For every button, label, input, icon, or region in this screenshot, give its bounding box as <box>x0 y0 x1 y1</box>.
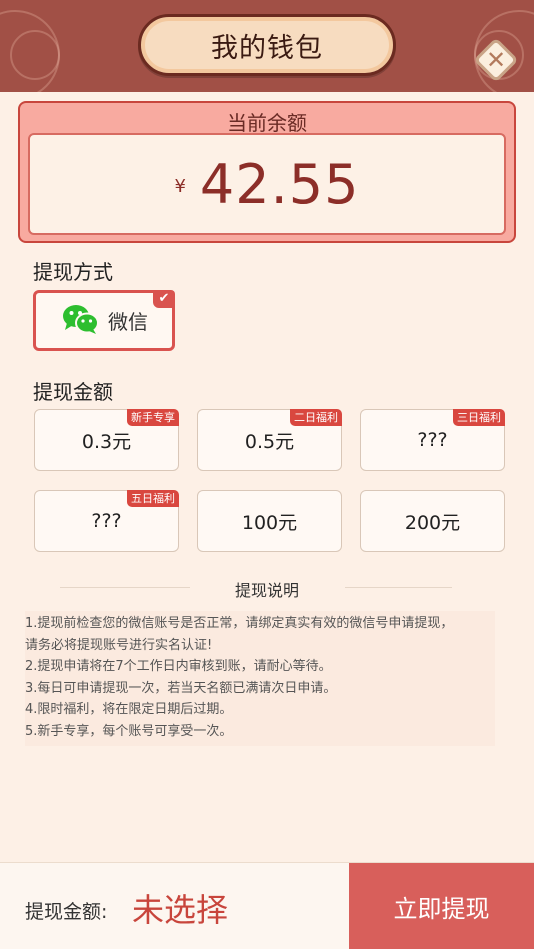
amount-option-value: 0.3元 <box>81 430 132 453</box>
withdraw-amount-title: 提现金额 <box>33 380 113 404</box>
amount-option-tag: 二日福利 <box>290 409 342 426</box>
notes-line: 请务必将提现账号进行实名认证! <box>25 637 213 653</box>
withdraw-button[interactable]: 立即提现 <box>349 863 534 949</box>
balance-panel: 当前余额 ¥ 42.55 <box>18 101 516 243</box>
amount-option[interactable]: 0.5元 二日福利 <box>197 409 342 471</box>
header-bar: 我的钱包 ✕ <box>0 0 534 92</box>
notes-title: 提现说明 <box>234 581 299 600</box>
footer-bar: 提现金额: 未选择 立即提现 <box>0 862 534 949</box>
wechat-icon <box>62 303 100 339</box>
wechat-option[interactable]: 微信 ✔ <box>33 290 175 351</box>
notes-line: 4.限时福利，将在限定日期后过期。 <box>25 702 233 717</box>
notes-line: 3.每日可申请提现一次，若当天名额已满请次日申请。 <box>25 680 337 696</box>
amount-option-tag: 新手专享 <box>127 409 179 426</box>
notes-line: 5.新手专享，每个账号可享受一次。 <box>25 723 233 739</box>
check-icon: ✔ <box>153 290 175 308</box>
amount-option-tag: 五日福利 <box>127 490 179 507</box>
notes-list: 1.提现前检查您的微信账号是否正常，请绑定真实有效的微信号申请提现， 请务必将提… <box>25 611 495 746</box>
amount-option-value: 200元 <box>404 511 461 534</box>
balance-display: ¥ 42.55 <box>28 133 506 235</box>
amount-option-value: ??? <box>417 429 448 451</box>
title-plaque: 我的钱包 <box>138 14 396 76</box>
currency-symbol: ¥ <box>174 175 186 197</box>
decor-swirl <box>10 30 60 80</box>
balance-label: 当前余额 <box>227 111 307 135</box>
notes-line: 2.提现申请将在7个工作日内审核到账，请耐心等待。 <box>25 659 332 674</box>
close-icon: ✕ <box>485 46 507 74</box>
close-button[interactable]: ✕ <box>473 37 519 83</box>
amount-option-value: 100元 <box>241 511 298 534</box>
amount-option-value: 0.5元 <box>244 430 295 453</box>
wechat-option-label: 微信 <box>108 310 148 334</box>
footer-amount-label: 提现金额: <box>25 901 108 923</box>
amount-option-value: ??? <box>91 510 122 532</box>
balance-amount: 42.55 <box>199 152 360 216</box>
notes-line: 1.提现前检查您的微信账号是否正常，请绑定真实有效的微信号申请提现， <box>25 616 454 631</box>
amount-option[interactable]: ??? 三日福利 <box>360 409 505 471</box>
withdraw-method-title: 提现方式 <box>33 260 113 284</box>
amount-option[interactable]: ??? 五日福利 <box>34 490 179 552</box>
selected-amount: 未选择 <box>132 891 229 929</box>
amount-option[interactable]: 0.3元 新手专享 <box>34 409 179 471</box>
amount-option-tag: 三日福利 <box>453 409 505 426</box>
amount-option[interactable]: 200元 <box>360 490 505 552</box>
page-title: 我的钱包 <box>211 32 323 64</box>
amount-option[interactable]: 100元 <box>197 490 342 552</box>
